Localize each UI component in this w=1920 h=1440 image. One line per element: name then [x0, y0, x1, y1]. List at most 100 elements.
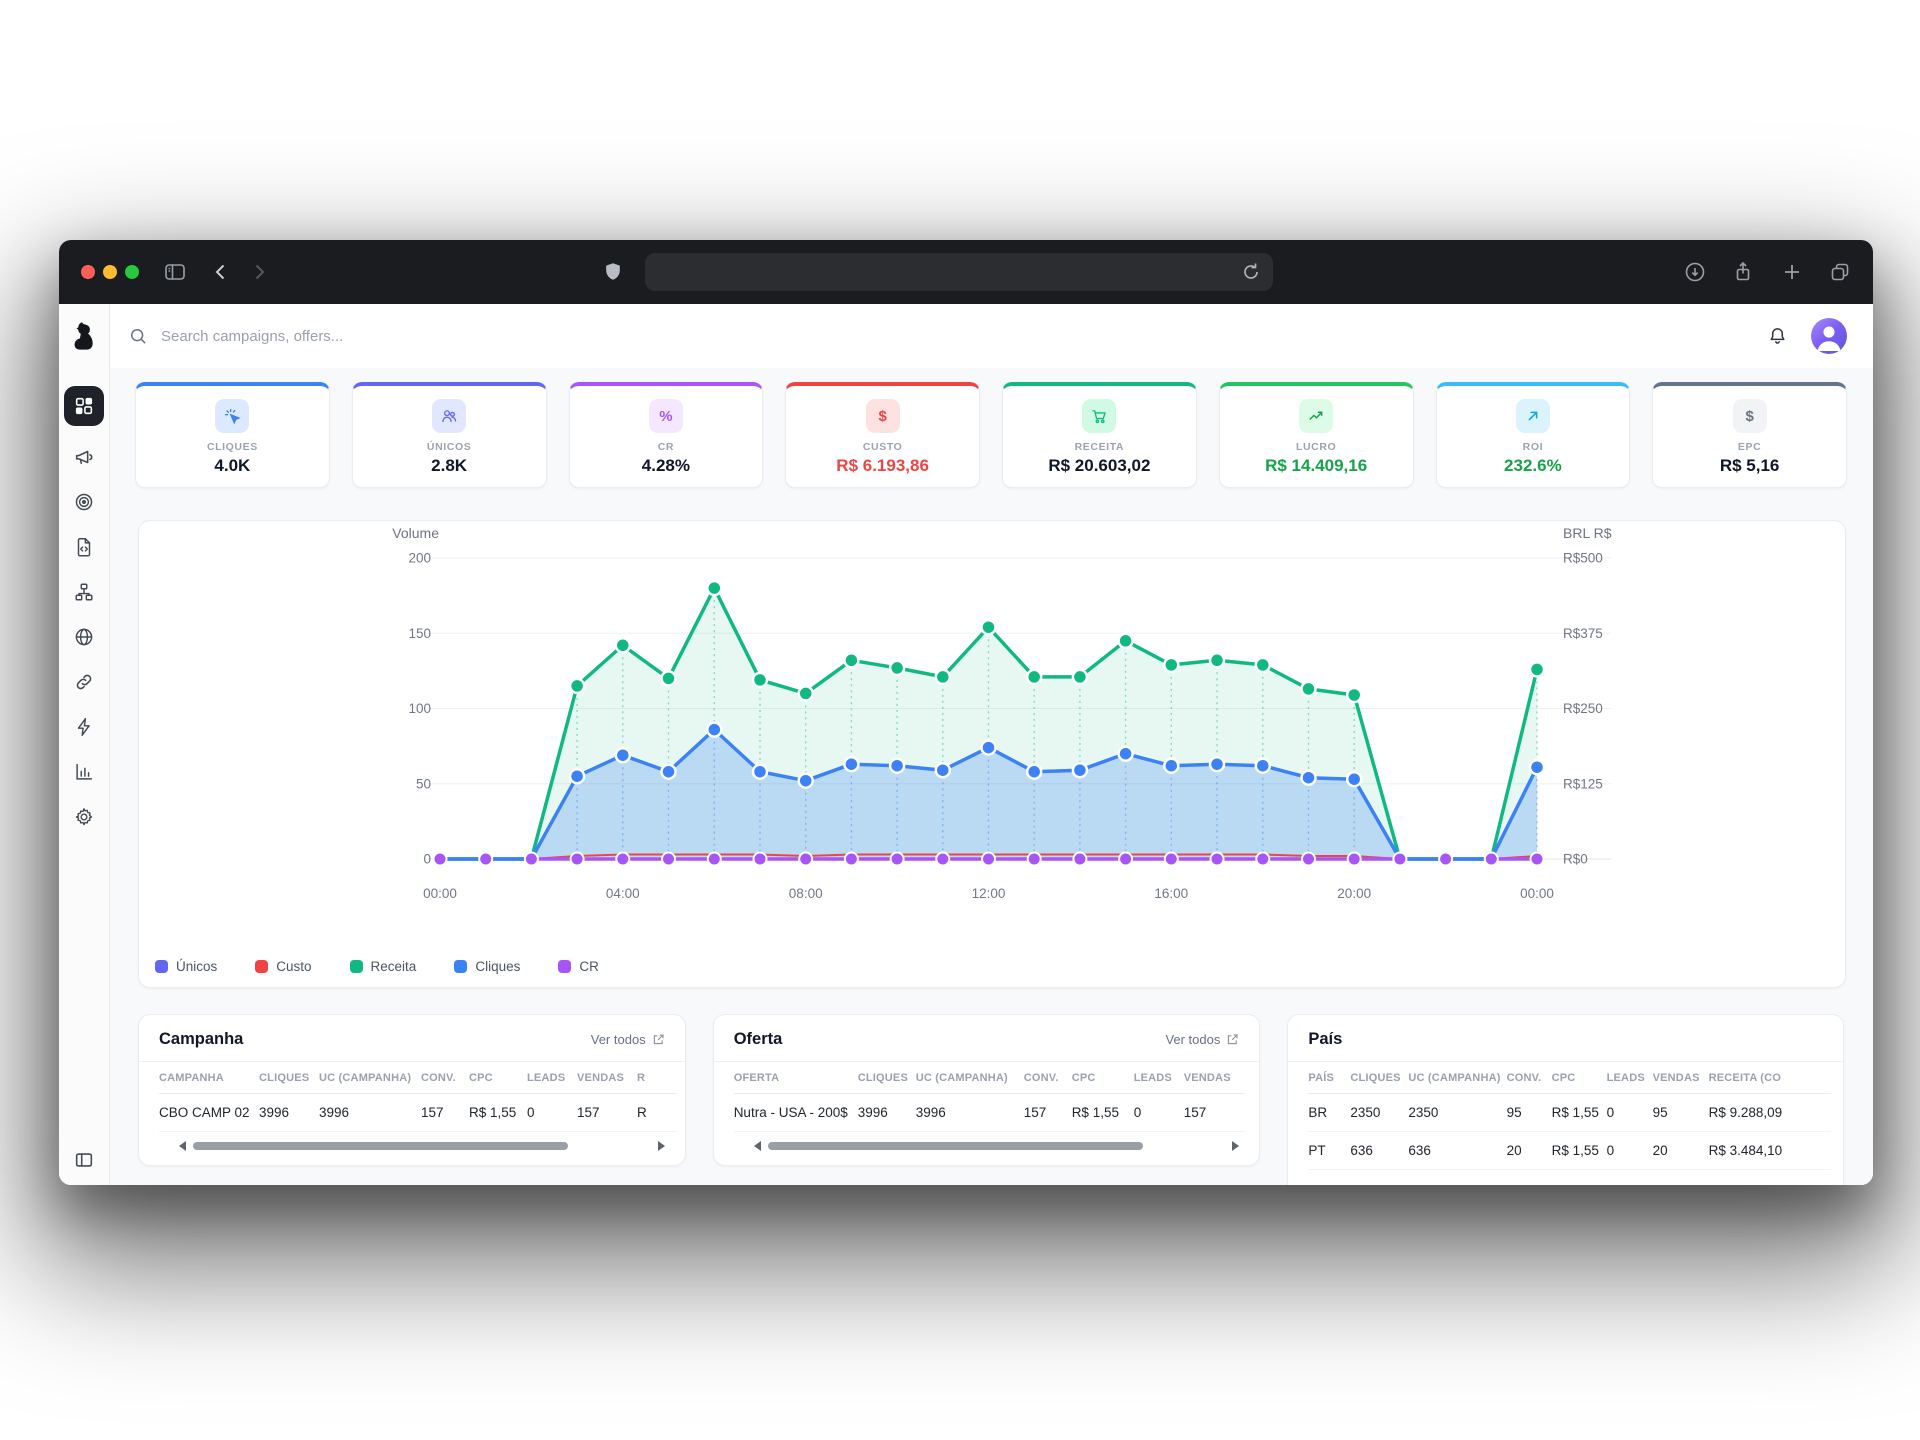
legend-swatch	[454, 960, 467, 973]
browser-sidebar-toggle-icon[interactable]	[163, 260, 187, 284]
svg-text:04:00: 04:00	[606, 886, 640, 901]
percent-icon: %	[649, 399, 683, 433]
svg-text:0: 0	[423, 852, 431, 867]
legend-label: Receita	[371, 959, 417, 974]
minimize-window-button[interactable]	[103, 265, 117, 279]
table-row[interactable]: Nutra - USA - 200$39963996157R$ 1,550157	[734, 1094, 1245, 1132]
svg-text:00:00: 00:00	[423, 886, 457, 901]
scrollbar-thumb[interactable]	[768, 1142, 1143, 1150]
notifications-button[interactable]	[1766, 325, 1789, 348]
svg-text:50: 50	[416, 776, 431, 791]
legend-label: CR	[579, 959, 599, 974]
legend-item-receita[interactable]: Receita	[350, 959, 417, 974]
kpi-row: CLIQUES 4.0K ÚNICOS 2.8K % CR 4.28%	[135, 382, 1847, 488]
external-link-icon	[1226, 1033, 1239, 1046]
dollar-icon: $	[1733, 399, 1767, 433]
sidebar-item-campaigns[interactable]	[64, 434, 104, 479]
legend-label: Únicos	[176, 959, 217, 974]
legend-label: Cliques	[475, 959, 520, 974]
sidebar-item-settings[interactable]	[64, 794, 104, 839]
svg-text:00:00: 00:00	[1520, 886, 1554, 901]
app-body: CLIQUES 4.0K ÚNICOS 2.8K % CR 4.28%	[59, 304, 1873, 1185]
sidebar-collapse-button[interactable]	[59, 1149, 109, 1171]
traffic-chart[interactable]: 0R$050R$125100R$250150R$375200R$500Volum…	[139, 521, 1845, 987]
share-icon[interactable]	[1731, 260, 1755, 284]
tab-overview-icon[interactable]	[1828, 260, 1852, 284]
legend-item-unicos[interactable]: Únicos	[155, 959, 217, 974]
svg-text:R$0: R$0	[1563, 852, 1588, 867]
svg-text:20:00: 20:00	[1337, 886, 1371, 901]
oferta-card: Oferta Ver todos OFERTACLIQUESUC (CAMPAN…	[713, 1014, 1261, 1166]
chart-legend: Únicos Custo Receita Cliques CR	[155, 959, 599, 974]
kpi-card-unicos: ÚNICOS 2.8K	[352, 382, 547, 488]
dashboard-main: CLIQUES 4.0K ÚNICOS 2.8K % CR 4.28%	[110, 368, 1873, 1185]
scroll-right-arrow[interactable]	[1232, 1141, 1239, 1151]
svg-text:150: 150	[408, 626, 431, 641]
address-bar[interactable]	[645, 253, 1273, 291]
forward-icon[interactable]	[247, 260, 271, 284]
sidebar-item-domains[interactable]	[64, 614, 104, 659]
legend-swatch	[155, 960, 168, 973]
svg-text:08:00: 08:00	[789, 886, 823, 901]
ver-todos-link[interactable]: Ver todos	[591, 1032, 665, 1047]
new-tab-icon[interactable]	[1780, 260, 1804, 284]
table-row[interactable]: BR2350235095R$ 1,55095R$ 9.288,09	[1308, 1094, 1830, 1132]
ver-todos-link[interactable]: Ver todos	[1165, 1032, 1239, 1047]
search-input[interactable]	[159, 327, 583, 346]
sidebar-item-flows[interactable]	[64, 569, 104, 614]
file-code-icon	[73, 536, 95, 558]
scroll-left-arrow[interactable]	[754, 1141, 761, 1151]
svg-text:Volume: Volume	[392, 525, 439, 541]
back-icon[interactable]	[209, 260, 233, 284]
gear-icon	[73, 806, 95, 828]
horizontal-scrollbar[interactable]	[768, 1141, 1226, 1151]
reload-icon[interactable]	[1239, 260, 1263, 284]
svg-text:R$250: R$250	[1563, 701, 1603, 716]
sidebar-item-dashboard[interactable]	[64, 386, 104, 426]
kpi-value: R$ 6.193,86	[836, 456, 929, 476]
kpi-label: RECEITA	[1075, 441, 1125, 453]
kpi-value: 4.0K	[214, 456, 250, 476]
sitemap-icon	[73, 581, 95, 603]
sidebar-item-links[interactable]	[64, 659, 104, 704]
scrollbar-thumb[interactable]	[193, 1142, 568, 1150]
sidebar-item-landers[interactable]	[64, 524, 104, 569]
legend-item-cliques[interactable]: Cliques	[454, 959, 520, 974]
traffic-chart-card: 0R$050R$125100R$250150R$375200R$500Volum…	[138, 520, 1846, 988]
table-row[interactable]: PT63663620R$ 1,55020R$ 3.484,10	[1308, 1132, 1830, 1170]
scroll-right-arrow[interactable]	[658, 1141, 665, 1151]
legend-item-custo[interactable]: Custo	[255, 959, 311, 974]
pais-card: País PAÍSCLIQUESUC (CAMPANHA)CONV.CPCLEA…	[1287, 1014, 1844, 1185]
close-window-button[interactable]	[81, 265, 95, 279]
search-icon	[128, 326, 148, 346]
legend-swatch	[255, 960, 268, 973]
legend-item-cr[interactable]: CR	[558, 959, 599, 974]
table-row[interactable]: CBO CAMP 0239963996157R$ 1,550157R	[159, 1094, 677, 1132]
users-icon	[432, 399, 466, 433]
external-link-icon	[652, 1033, 665, 1046]
avatar-person-icon	[1811, 318, 1847, 354]
megaphone-icon	[73, 446, 95, 468]
horizontal-scrollbar[interactable]	[193, 1141, 651, 1151]
global-search[interactable]	[128, 326, 1766, 346]
legend-swatch	[558, 960, 571, 973]
browser-chrome	[59, 240, 1873, 304]
shield-icon[interactable]	[601, 260, 625, 284]
svg-text:100: 100	[408, 701, 431, 716]
scroll-left-arrow[interactable]	[179, 1141, 186, 1151]
sidebar-item-offers[interactable]	[64, 479, 104, 524]
sidebar-item-automations[interactable]	[64, 704, 104, 749]
target-icon	[73, 491, 95, 513]
table-title: País	[1308, 1030, 1342, 1049]
kpi-card-lucro: LUCRO R$ 14.409,16	[1219, 382, 1414, 488]
app-logo[interactable]	[59, 304, 109, 368]
bar-chart-icon	[73, 761, 95, 783]
dollar-icon: $	[866, 399, 900, 433]
dog-logo-icon	[71, 321, 97, 351]
kpi-label: EPC	[1738, 441, 1761, 453]
sidebar-item-reports[interactable]	[64, 749, 104, 794]
user-avatar[interactable]	[1811, 318, 1847, 354]
zoom-window-button[interactable]	[125, 265, 139, 279]
downloads-icon[interactable]	[1683, 260, 1707, 284]
dashboard-grid-icon	[73, 395, 95, 417]
